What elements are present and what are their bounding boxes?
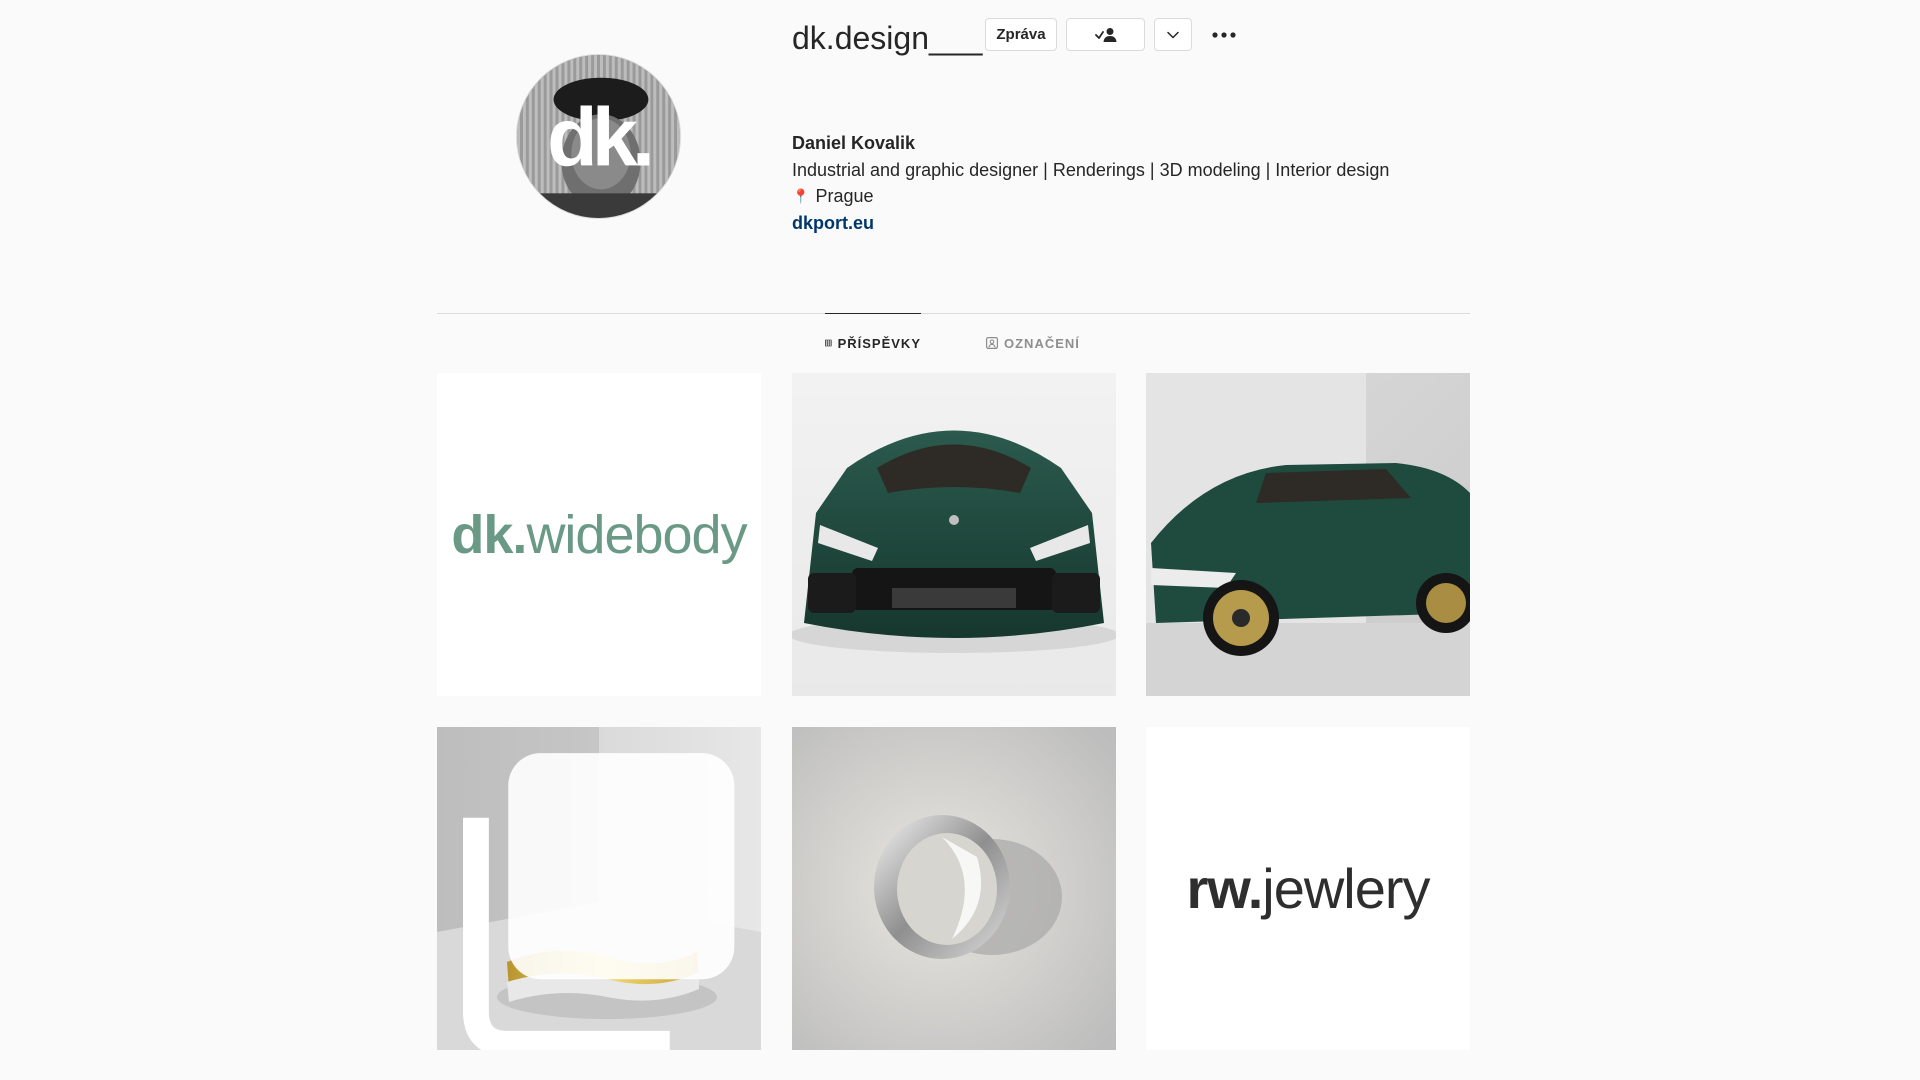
post-tile[interactable] [1146,373,1470,696]
suv-side-image [1146,373,1470,696]
jewlery-logo: rw. jewlery [1186,857,1430,920]
svg-text:dk.: dk. [547,91,650,184]
chevron-down-icon [1167,31,1179,39]
post-tile[interactable] [792,373,1116,696]
location-text: Prague [815,186,874,206]
message-button[interactable]: Zpráva [985,18,1057,51]
silver-ring-image [792,727,1116,1050]
post-tile[interactable] [792,727,1116,1050]
profile-bio: Industrial and graphic designer | Render… [792,160,1390,180]
tab-tagged[interactable]: OZNAČENÍ [986,314,1080,372]
profile-page: dk. dk.design___ Zpráva Daniel Kovalik I… [0,0,1920,1080]
suv-front-image [792,373,1116,696]
profile-full-name: Daniel Kovalik [792,133,916,153]
post-tile[interactable]: rw. jewlery [1146,727,1470,1050]
avatar[interactable]: dk. [516,54,681,219]
avatar-image: dk. [517,55,680,218]
post-tile[interactable]: dk. widebody [437,373,761,696]
multiple-images-icon [463,753,735,1050]
tab-posts-label: PŘÍSPĚVKY [837,335,921,351]
widebody-logo: dk. widebody [451,504,747,565]
profile-username: dk.design___ [792,20,983,56]
tab-posts[interactable]: PŘÍSPĚVKY [825,313,921,372]
tab-tagged-label: OZNAČENÍ [1004,335,1080,351]
pin-icon: 📍 [792,188,810,204]
more-options-button[interactable] [1208,18,1240,51]
grid-icon [825,339,832,347]
more-horizontal-icon [1212,31,1236,38]
tabs-divider [437,313,1470,314]
following-button[interactable] [1066,18,1145,51]
tagged-icon [986,337,998,349]
profile-website-link[interactable]: dkport.eu [792,213,874,234]
post-tile[interactable] [437,727,761,1050]
profile-location: 📍 Prague [792,186,873,207]
person-check-icon [1094,27,1116,42]
suggested-accounts-button[interactable] [1154,18,1192,51]
